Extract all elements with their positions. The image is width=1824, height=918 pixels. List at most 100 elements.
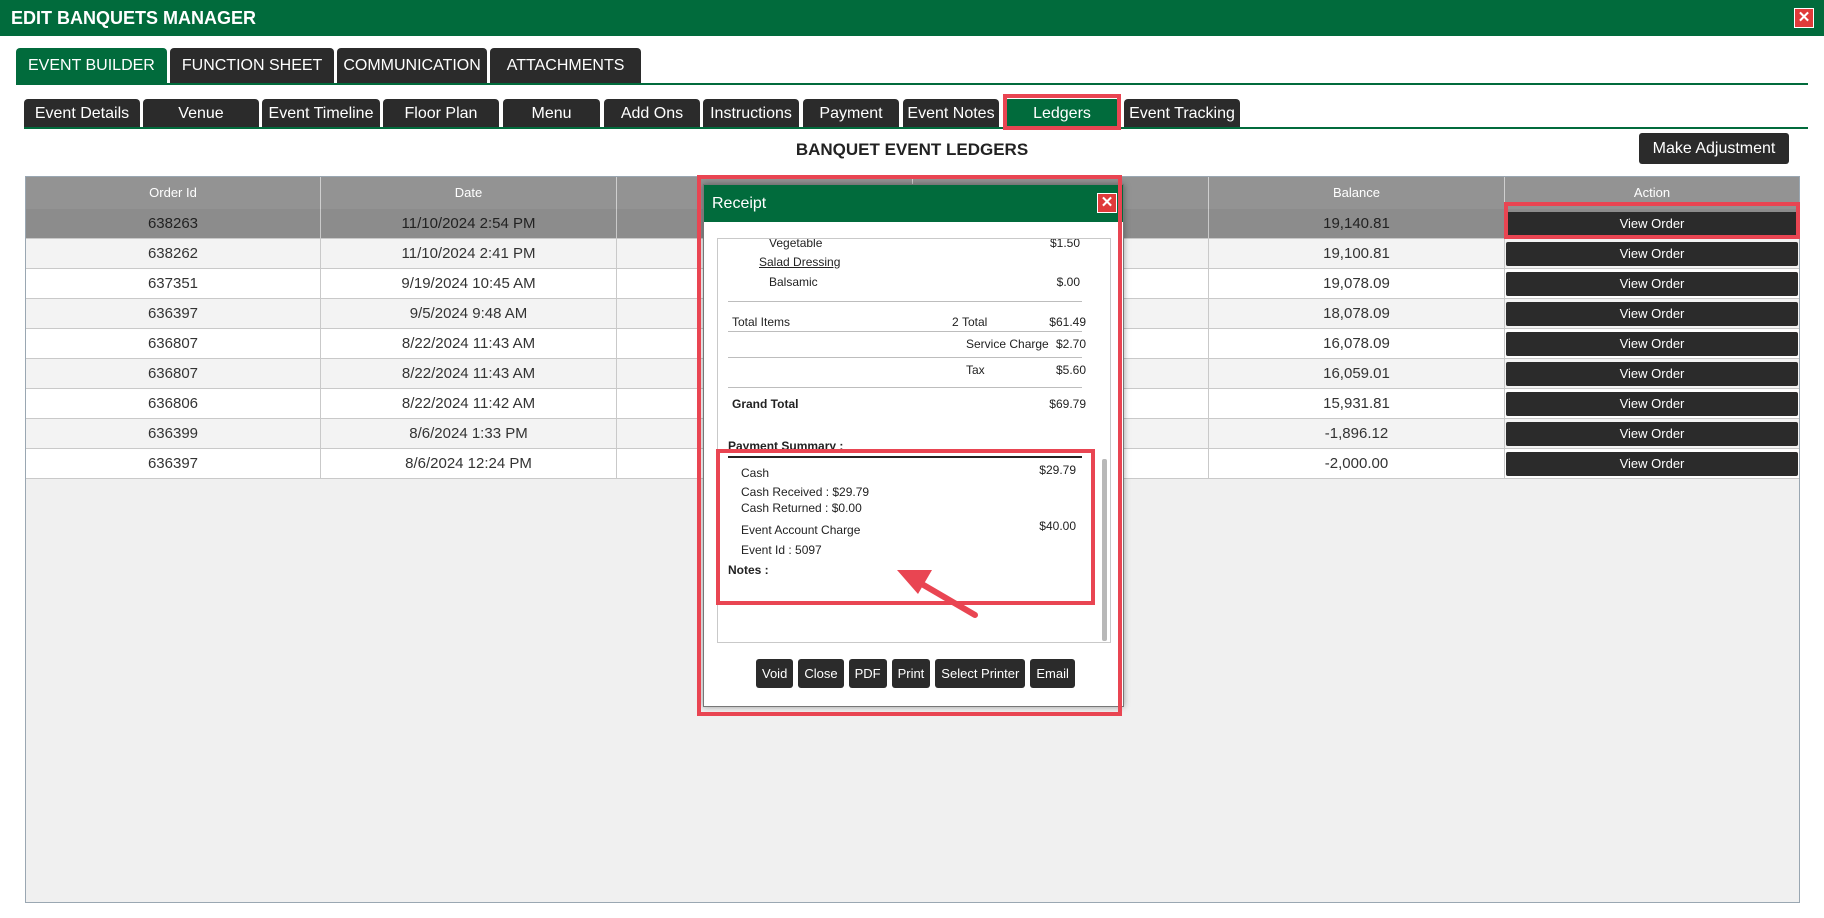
view-order-button[interactable]: View Order xyxy=(1506,211,1798,236)
header-order-id: Order Id xyxy=(26,177,321,209)
item-balsamic-price: $.00 xyxy=(1056,275,1080,289)
cell-balance: 19,140.81 xyxy=(1209,209,1505,238)
make-adjustment-button[interactable]: Make Adjustment xyxy=(1639,133,1789,164)
cell-order-id: 636397 xyxy=(26,299,321,328)
cash-received: Cash Received : $29.79 xyxy=(741,485,870,499)
view-order-button[interactable]: View Order xyxy=(1506,451,1798,476)
cell-balance: 19,078.09 xyxy=(1209,269,1505,298)
cell-date: 11/10/2024 2:54 PM xyxy=(321,209,617,238)
subtab-add-ons[interactable]: Add Ons xyxy=(604,99,700,128)
view-order-button[interactable]: View Order xyxy=(1506,391,1798,416)
cell-balance: -1,896.12 xyxy=(1209,419,1505,448)
receipt-dialog: Receipt ✕ Vegetable $1.50 Salad Dressing… xyxy=(703,184,1124,707)
header-balance: Balance xyxy=(1209,177,1505,209)
total-items-label: Total Items xyxy=(732,315,791,329)
cash-returned: Cash Returned : $0.00 xyxy=(741,501,862,515)
view-order-button[interactable]: View Order xyxy=(1506,301,1798,326)
subtab-instructions[interactable]: Instructions xyxy=(703,99,799,128)
window-close-icon[interactable]: ✕ xyxy=(1794,8,1814,28)
receipt-close-icon[interactable]: ✕ xyxy=(1097,193,1117,213)
subtab-menu[interactable]: Menu xyxy=(503,99,600,128)
header-date: Date xyxy=(321,177,617,209)
cell-action: View Order xyxy=(1505,299,1799,328)
cell-date: 8/22/2024 11:43 AM xyxy=(321,329,617,358)
cell-date: 8/6/2024 1:33 PM xyxy=(321,419,617,448)
event-account-charge-label: Event Account Charge xyxy=(741,523,861,537)
cell-date: 9/5/2024 9:48 AM xyxy=(321,299,617,328)
cell-order-id: 636807 xyxy=(26,329,321,358)
subtab-payment[interactable]: Payment xyxy=(803,99,899,128)
tab-event-builder[interactable]: EVENT BUILDER xyxy=(16,48,167,84)
view-order-button[interactable]: View Order xyxy=(1506,331,1798,356)
notes-label: Notes : xyxy=(728,563,769,577)
void-button[interactable]: Void xyxy=(756,659,794,688)
tax-value: $5.60 xyxy=(1055,363,1086,377)
cell-date: 8/22/2024 11:43 AM xyxy=(321,359,617,388)
subtab-event-timeline[interactable]: Event Timeline xyxy=(262,99,380,128)
subtab-event-details[interactable]: Event Details xyxy=(24,99,140,128)
cell-date: 8/22/2024 11:42 AM xyxy=(321,389,617,418)
cell-order-id: 636807 xyxy=(26,359,321,388)
select-printer-button[interactable]: Select Printer xyxy=(935,659,1026,688)
tab-function-sheet[interactable]: FUNCTION SHEET xyxy=(169,48,335,84)
grand-total-value: $69.79 xyxy=(1049,397,1086,411)
cell-balance: 16,059.01 xyxy=(1209,359,1505,388)
cell-balance: 16,078.09 xyxy=(1209,329,1505,358)
item-balsamic: Balsamic xyxy=(769,275,818,289)
tab-attachments[interactable]: ATTACHMENTS xyxy=(489,48,642,84)
view-order-button[interactable]: View Order xyxy=(1506,361,1798,386)
view-order-button[interactable]: View Order xyxy=(1506,421,1798,446)
receipt-header: Receipt ✕ xyxy=(704,185,1123,222)
divider xyxy=(728,357,1082,358)
cell-action: View Order xyxy=(1505,329,1799,358)
cell-order-id: 636399 xyxy=(26,419,321,448)
cell-action: View Order xyxy=(1505,209,1799,238)
subtab-event-tracking[interactable]: Event Tracking xyxy=(1124,99,1240,128)
subtab-event-notes[interactable]: Event Notes xyxy=(903,99,999,128)
header-action: Action xyxy=(1633,185,1671,200)
cell-balance: -2,000.00 xyxy=(1209,449,1505,478)
cell-action: View Order xyxy=(1505,269,1799,298)
close-button[interactable]: Close xyxy=(798,659,844,688)
tab-communication[interactable]: COMMUNICATION xyxy=(337,48,487,84)
cell-action: View Order xyxy=(1505,419,1799,448)
cell-order-id: 638262 xyxy=(26,239,321,268)
cell-balance: 19,100.81 xyxy=(1209,239,1505,268)
cell-date: 9/19/2024 10:45 AM xyxy=(321,269,617,298)
subtab-venue[interactable]: Venue xyxy=(143,99,259,128)
cell-order-id: 636806 xyxy=(26,389,321,418)
cash-label: Cash xyxy=(741,466,770,480)
cell-date: 11/10/2024 2:41 PM xyxy=(321,239,617,268)
view-order-button[interactable]: View Order xyxy=(1506,271,1798,296)
email-button[interactable]: Email xyxy=(1030,659,1075,688)
cell-action: View Order xyxy=(1505,389,1799,418)
payment-summary-label: Payment Summary : xyxy=(728,439,844,453)
divider xyxy=(728,456,1082,458)
cell-date: 8/6/2024 12:24 PM xyxy=(321,449,617,478)
divider xyxy=(728,301,1082,302)
tax-label: Tax xyxy=(966,363,985,377)
cell-balance: 18,078.09 xyxy=(1209,299,1505,328)
view-order-button[interactable]: View Order xyxy=(1506,241,1798,266)
main-tab-bar: EVENT BUILDER FUNCTION SHEET COMMUNICATI… xyxy=(16,48,642,84)
pdf-button[interactable]: PDF xyxy=(848,659,887,688)
receipt-button-bar: Void Close PDF Print Select Printer Emai… xyxy=(756,659,1075,688)
item-salad-dressing: Salad Dressing xyxy=(759,255,841,269)
receipt-scrollbar[interactable] xyxy=(1102,459,1107,641)
cell-order-id: 637351 xyxy=(26,269,321,298)
cell-action: View Order xyxy=(1505,239,1799,268)
window-title: EDIT BANQUETS MANAGER xyxy=(11,8,257,28)
event-account-charge-value: $40.00 xyxy=(1039,519,1076,533)
item-vegetable-price: $1.50 xyxy=(1049,238,1080,250)
cell-action: View Order xyxy=(1505,449,1799,478)
subtab-floor-plan[interactable]: Floor Plan xyxy=(383,99,499,128)
item-vegetable: Vegetable xyxy=(769,238,823,250)
service-charge-value: $2.70 xyxy=(1055,337,1086,351)
print-button[interactable]: Print xyxy=(891,659,931,688)
cell-balance: 15,931.81 xyxy=(1209,389,1505,418)
cell-order-id: 638263 xyxy=(26,209,321,238)
subtab-ledgers[interactable]: Ledgers xyxy=(1004,99,1120,128)
total-label: Total xyxy=(962,315,988,329)
receipt-title: Receipt xyxy=(712,195,767,212)
receipt-content[interactable]: Vegetable $1.50 Salad Dressing Balsamic … xyxy=(717,238,1111,643)
